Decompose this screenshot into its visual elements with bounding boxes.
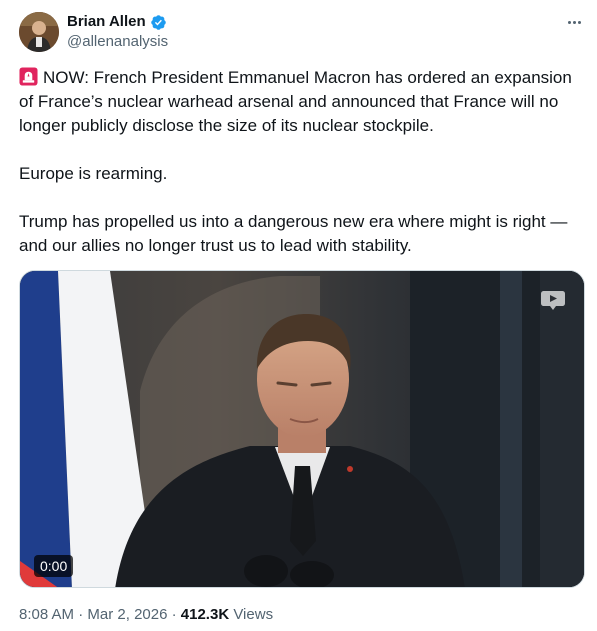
more-dot-icon [572, 20, 576, 24]
author-name-row: Brian Allen [67, 13, 167, 31]
more-dot-icon [577, 20, 581, 24]
author-display-name[interactable]: Brian Allen [67, 13, 146, 31]
tweet-date[interactable]: Mar 2, 2026 [87, 606, 167, 623]
video-brand-icon [541, 291, 565, 310]
views-label: Views [233, 606, 274, 623]
views-count[interactable]: 412.3K [181, 606, 229, 623]
video-frame [20, 271, 584, 587]
video-duration-badge: 0:00 [34, 555, 74, 577]
tweet-paragraph: NOW: French President Emmanuel Macron ha… [19, 66, 587, 138]
tweet-paragraph: Europe is rearming. [19, 164, 168, 183]
author-avatar[interactable] [19, 12, 59, 52]
meta-separator: · [78, 606, 84, 623]
more-dot-icon [567, 20, 571, 24]
more-options-button[interactable] [563, 12, 585, 32]
tweet-time[interactable]: 8:08 AM [19, 606, 74, 623]
verified-badge-icon [150, 14, 166, 30]
tweet-text: NOW: French President Emmanuel Macron ha… [19, 66, 587, 258]
siren-icon [19, 67, 38, 86]
tweet-card: Brian Allen @allenanalysis NOW: French P… [0, 0, 597, 631]
meta-separator: · [171, 606, 177, 623]
avatar-image [19, 12, 59, 52]
author-handle[interactable]: @allenanalysis [67, 33, 168, 51]
video-player[interactable]: 0:00 [19, 270, 585, 588]
tweet-paragraph: Trump has propelled us into a dangerous … [19, 212, 568, 255]
tweet-metadata: 8:08 AM · Mar 2, 2026 · 412.3K Views [19, 605, 273, 625]
tweet-paragraph-text: NOW: French President Emmanuel Macron ha… [19, 68, 572, 135]
